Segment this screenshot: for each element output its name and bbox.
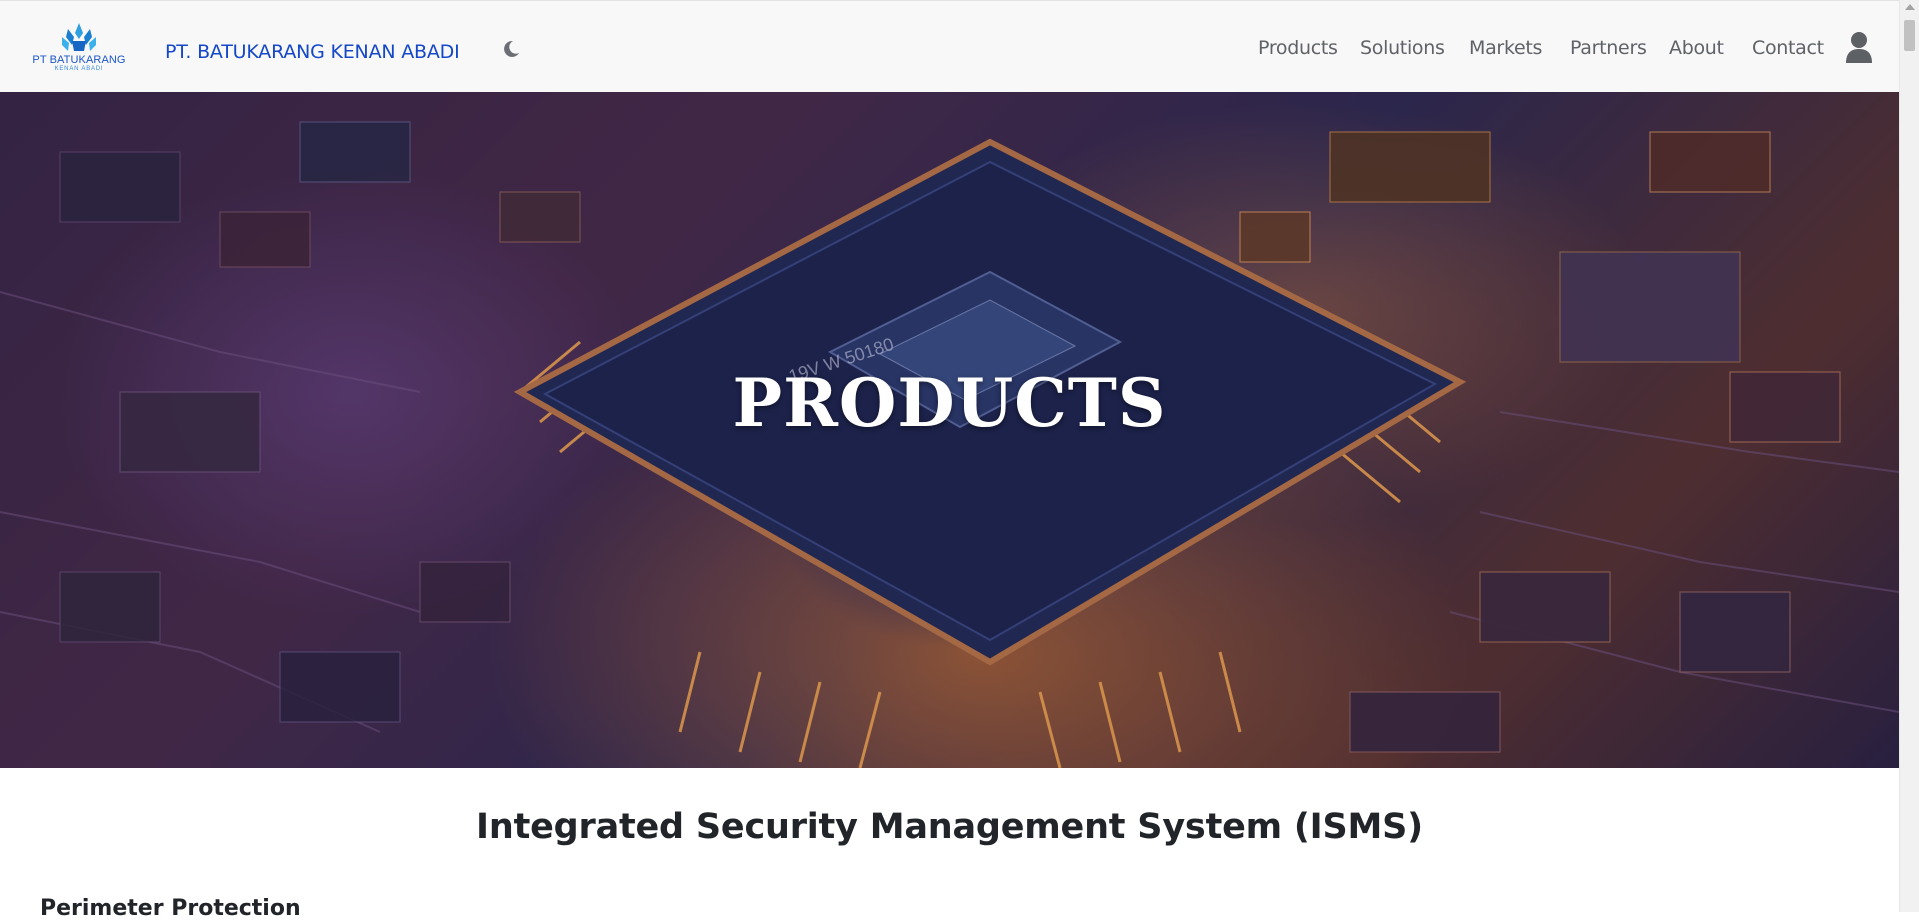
user-icon[interactable]	[1845, 31, 1873, 63]
section-title: Integrated Security Management System (I…	[476, 807, 1423, 847]
logo-title: PT BATUKARANG	[32, 54, 126, 66]
company-logo[interactable]: PT BATUKARANG KENAN ABADI	[22, 21, 136, 75]
scroll-thumb[interactable]	[1904, 20, 1915, 51]
hero-banner: 19V W 50180 PRODUCTS	[0, 92, 1899, 768]
page-scrollbar[interactable]	[1899, 0, 1919, 912]
site-header: PT BATUKARANG KENAN ABADI PT. BATUKARANG…	[0, 0, 1899, 92]
nav-about[interactable]: About	[1669, 37, 1724, 59]
moon-icon[interactable]	[500, 38, 522, 60]
scroll-up-arrow-icon[interactable]	[1905, 4, 1915, 10]
nav-markets[interactable]: Markets	[1469, 37, 1542, 59]
nav-partners[interactable]: Partners	[1570, 37, 1647, 59]
company-name[interactable]: PT. BATUKARANG KENAN ABADI	[165, 41, 460, 63]
logo-subtitle: KENAN ABADI	[54, 66, 104, 72]
nav-contact[interactable]: Contact	[1752, 37, 1824, 59]
hero-title: PRODUCTS	[732, 364, 1167, 442]
sub-heading: Perimeter Protection	[40, 896, 301, 921]
nav-solutions[interactable]: Solutions	[1360, 37, 1445, 59]
nav-products[interactable]: Products	[1258, 37, 1338, 59]
logo-mark-icon	[62, 23, 96, 51]
